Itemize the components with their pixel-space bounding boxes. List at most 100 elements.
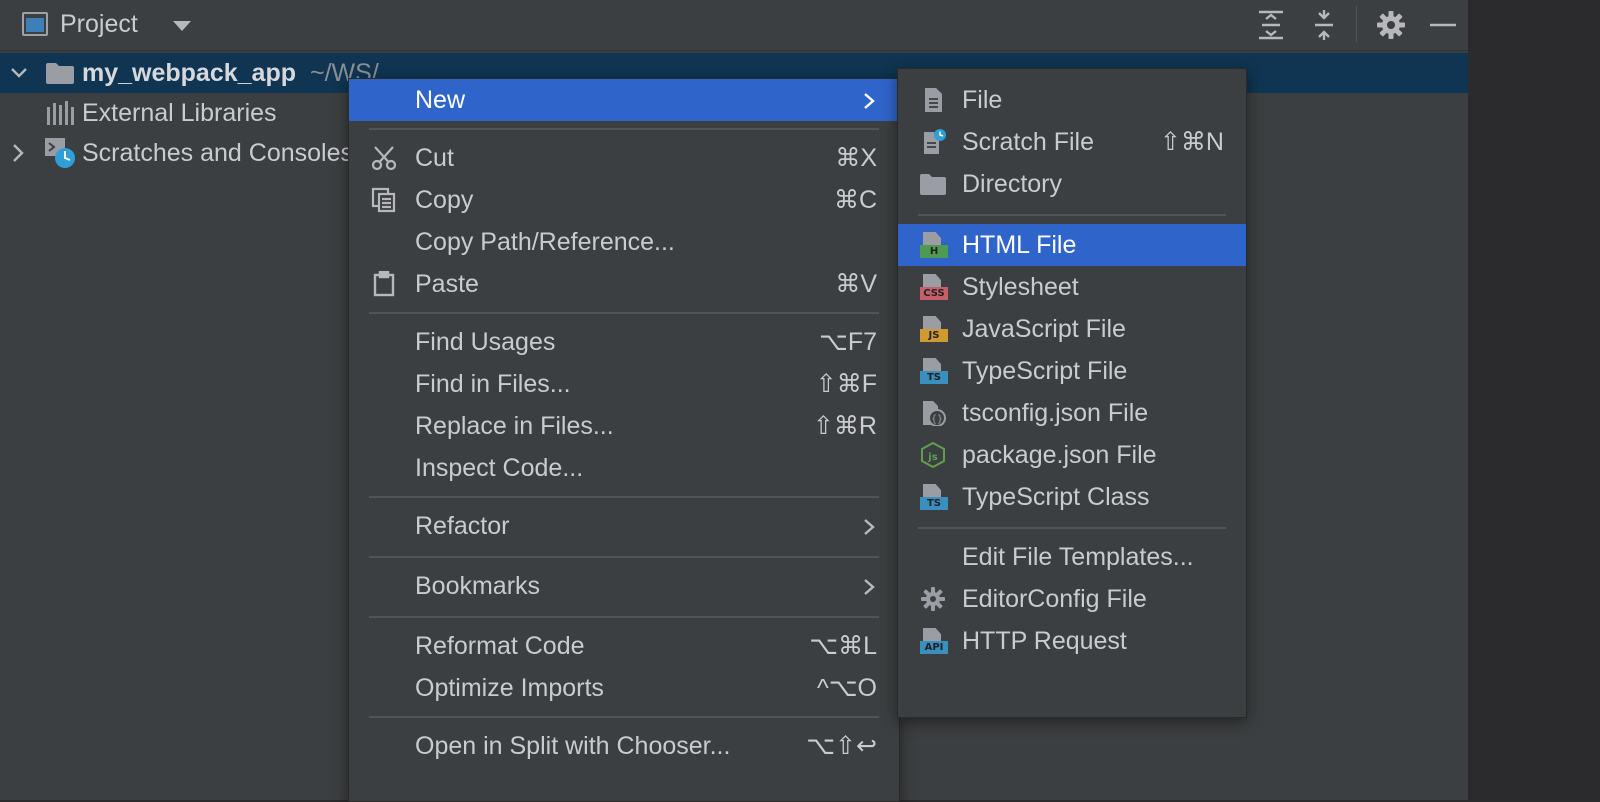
- submenu-item-typescript-file[interactable]: TS TypeScript File: [898, 350, 1246, 392]
- submenu-arrow-icon: [864, 519, 875, 535]
- menu-item-label: package.json File: [962, 441, 1157, 469]
- menu-separator: [369, 128, 879, 130]
- menu-item-shortcut: ⇧⌘F: [815, 370, 877, 398]
- submenu-item-stylesheet[interactable]: CSS Stylesheet: [898, 266, 1246, 308]
- menu-item-shortcut: ⌥F7: [819, 328, 877, 356]
- menu-separator: [369, 496, 879, 498]
- js-badge: JS: [920, 329, 948, 342]
- menu-item-label: Refactor: [415, 512, 510, 540]
- menu-item-cut[interactable]: Cut ⌘X: [349, 137, 899, 179]
- chevron-down-icon[interactable]: [10, 65, 28, 81]
- menu-item-label: Inspect Code...: [415, 454, 584, 482]
- menu-item-shortcut: ^⌥O: [817, 674, 877, 702]
- api-badge: API: [920, 641, 948, 654]
- tsconfig-file-icon: {}: [923, 401, 946, 426]
- css-file-icon: CSS: [920, 274, 948, 300]
- menu-item-label: Directory: [962, 170, 1063, 198]
- submenu-item-directory[interactable]: Directory: [898, 163, 1246, 205]
- menu-item-label: Bookmarks: [415, 572, 541, 600]
- menu-item-refactor[interactable]: Refactor: [349, 505, 899, 547]
- menu-item-optimize-imports[interactable]: Optimize Imports ^⌥O: [349, 667, 899, 709]
- folder-icon: [46, 63, 74, 84]
- menu-item-label: tsconfig.json File: [962, 399, 1149, 427]
- menu-item-label: HTML File: [962, 231, 1077, 259]
- submenu-arrow-icon: [864, 93, 875, 109]
- gear-icon: [921, 587, 945, 611]
- copy-icon: [371, 187, 396, 213]
- new-submenu: File Scratch File ⇧⌘N Directory H HTML F…: [897, 68, 1247, 718]
- ts-badge: TS: [920, 497, 948, 510]
- collapse-all-icon[interactable]: [1307, 8, 1341, 42]
- clipboard-icon: [373, 271, 395, 297]
- menu-item-paste[interactable]: Paste ⌘V: [349, 263, 899, 305]
- menu-item-label: EditorConfig File: [962, 585, 1147, 613]
- menu-separator: [369, 556, 879, 558]
- menu-item-label: HTTP Request: [962, 627, 1127, 655]
- menu-item-reformat-code[interactable]: Reformat Code ⌥⌘L: [349, 625, 899, 667]
- tree-item-label: Scratches and Consoles: [82, 139, 353, 167]
- project-root-name: my_webpack_app: [82, 59, 296, 87]
- typescript-file-icon: TS: [920, 358, 948, 384]
- gear-icon[interactable]: [1374, 8, 1408, 42]
- chevron-right-icon[interactable]: [10, 143, 26, 163]
- menu-item-copy-path[interactable]: Copy Path/Reference...: [349, 221, 899, 263]
- scissors-icon: [371, 146, 397, 171]
- menu-separator: [918, 214, 1226, 216]
- menu-item-find-usages[interactable]: Find Usages ⌥F7: [349, 321, 899, 363]
- menu-item-label: Paste: [415, 270, 479, 298]
- submenu-item-file[interactable]: File: [898, 79, 1246, 121]
- menu-separator: [369, 716, 879, 718]
- submenu-item-edit-templates[interactable]: Edit File Templates...: [898, 536, 1246, 578]
- editor-area: [1468, 0, 1600, 800]
- scratches-icon: [45, 138, 75, 168]
- menu-item-new[interactable]: New: [349, 79, 899, 121]
- menu-item-label: TypeScript Class: [962, 483, 1150, 511]
- svg-text:{}: {}: [931, 414, 943, 425]
- svg-text:js: js: [927, 452, 937, 463]
- menu-item-replace-in-files[interactable]: Replace in Files... ⇧⌘R: [349, 405, 899, 447]
- toolbar-separator: [1356, 6, 1357, 42]
- menu-item-inspect-code[interactable]: Inspect Code...: [349, 447, 899, 489]
- menu-item-label: File: [962, 86, 1003, 114]
- submenu-item-http-request[interactable]: API HTTP Request: [898, 620, 1246, 662]
- scratch-file-icon: [924, 129, 946, 154]
- menu-item-shortcut: ⌘X: [835, 144, 877, 172]
- css-badge: CSS: [920, 287, 948, 300]
- submenu-item-editorconfig-file[interactable]: EditorConfig File: [898, 578, 1246, 620]
- file-icon: [925, 88, 942, 112]
- menu-item-label: Optimize Imports: [415, 674, 604, 702]
- submenu-item-tsconfig-file[interactable]: {} tsconfig.json File: [898, 392, 1246, 434]
- minimize-icon[interactable]: [1426, 8, 1460, 42]
- menu-item-label: Cut: [415, 144, 454, 172]
- html-badge: H: [920, 245, 948, 258]
- tree-item-label: External Libraries: [82, 99, 277, 127]
- menu-item-bookmarks[interactable]: Bookmarks: [349, 565, 899, 607]
- submenu-item-package-json-file[interactable]: js package.json File: [898, 434, 1246, 476]
- menu-item-label: Scratch File: [962, 128, 1094, 156]
- menu-item-label: JavaScript File: [962, 315, 1126, 343]
- menu-item-label: Copy Path/Reference...: [415, 228, 675, 256]
- expand-all-icon[interactable]: [1254, 8, 1288, 42]
- menu-item-copy[interactable]: Copy ⌘C: [349, 179, 899, 221]
- context-menu: New Cut ⌘X Copy ⌘C Copy Path/Reference..…: [348, 78, 900, 802]
- submenu-item-html-file[interactable]: H HTML File: [898, 224, 1246, 266]
- submenu-item-javascript-file[interactable]: JS JavaScript File: [898, 308, 1246, 350]
- view-dropdown-icon[interactable]: [173, 21, 191, 31]
- menu-item-open-in-split[interactable]: Open in Split with Chooser... ⌥⇧↩: [349, 725, 899, 767]
- menu-item-label: New: [415, 86, 466, 114]
- submenu-item-typescript-class[interactable]: TS TypeScript Class: [898, 476, 1246, 518]
- menu-item-label: Open in Split with Chooser...: [415, 732, 731, 760]
- menu-item-label: Find Usages: [415, 328, 556, 356]
- submenu-item-scratch-file[interactable]: Scratch File ⇧⌘N: [898, 121, 1246, 163]
- menu-item-find-in-files[interactable]: Find in Files... ⇧⌘F: [349, 363, 899, 405]
- nodejs-icon: js: [921, 442, 945, 468]
- menu-separator: [369, 616, 879, 618]
- menu-item-shortcut: ⇧⌘R: [812, 412, 877, 440]
- ts-badge: TS: [920, 371, 948, 384]
- project-view-title[interactable]: Project: [60, 10, 138, 39]
- typescript-class-icon: TS: [920, 484, 948, 510]
- project-toolbar: Project: [0, 0, 1468, 51]
- menu-item-label: TypeScript File: [962, 357, 1128, 385]
- menu-item-label: Find in Files...: [415, 370, 571, 398]
- menu-separator: [369, 312, 879, 314]
